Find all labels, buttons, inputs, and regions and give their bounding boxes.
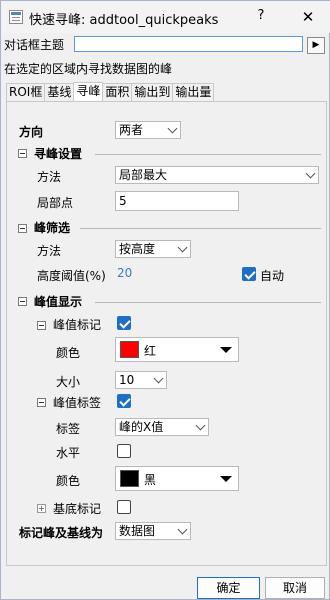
dialog-window: 快速寻峰: addtool_quickpeaks ? ✕ 对话框主题 ▶ 在选定… [0, 0, 330, 600]
tab-peak-find[interactable]: 寻峰 [73, 82, 104, 101]
auto-checkbox[interactable] [242, 267, 256, 281]
dialog-description: 在选定的区域内寻找数据图的峰 [4, 62, 173, 76]
height-threshold-label: 高度阈值(%) [37, 269, 106, 283]
theme-input[interactable] [74, 36, 303, 52]
label-color-name: 黑 [144, 473, 157, 487]
peak-marker-checkbox[interactable] [117, 316, 131, 330]
base-marker-checkbox[interactable] [117, 500, 131, 514]
tab-area[interactable]: 面积 [102, 83, 133, 101]
red-color-swatch [120, 341, 139, 358]
expand-base-marker-icon[interactable] [37, 504, 46, 513]
peak-find-method-label: 方法 [37, 170, 62, 184]
title-bar: 快速寻峰: addtool_quickpeaks ? ✕ [1, 1, 330, 33]
peak-find-method-select[interactable]: 局部最大 [115, 166, 319, 184]
height-threshold-value[interactable]: 20 [117, 266, 132, 280]
mark-peaks-select[interactable]: 数据图 [115, 522, 191, 540]
peak-display-section-title: 峰值显示 [34, 295, 83, 309]
section-divider [80, 228, 321, 229]
peak-filter-method-value: 按高度 [119, 242, 156, 256]
ok-button[interactable]: 确定 [197, 577, 260, 599]
direction-select[interactable]: 两者 [115, 121, 181, 139]
local-points-input[interactable]: 5 [115, 191, 239, 211]
label-type-select[interactable]: 峰的X值 [115, 418, 209, 436]
marker-size-value: 10 [119, 373, 135, 387]
section-divider [95, 154, 321, 155]
section-divider [95, 302, 321, 303]
chevron-down-icon [177, 242, 188, 253]
peak-filter-method-select[interactable]: 按高度 [115, 240, 191, 258]
peak-find-section-title: 寻峰设置 [34, 147, 83, 161]
chevron-down-icon [305, 168, 316, 179]
dropdown-arrow-icon [220, 347, 232, 353]
peak-filter-section-title: 峰筛选 [34, 221, 71, 235]
dropdown-arrow-icon [220, 476, 232, 482]
peak-label-checkbox[interactable] [117, 394, 131, 408]
tab-baseline[interactable]: 基线 [44, 83, 75, 101]
chevron-down-icon [195, 420, 206, 431]
tab-output-to[interactable]: 输出到 [131, 83, 174, 101]
collapse-peak-find-icon[interactable] [18, 149, 27, 158]
marker-size-select[interactable]: 10 [115, 371, 167, 389]
help-button[interactable]: ? [253, 8, 269, 26]
direction-label: 方向 [19, 125, 44, 139]
label-color-label: 颜色 [56, 474, 81, 488]
direction-value: 两者 [119, 123, 144, 137]
collapse-peak-display-icon[interactable] [18, 297, 27, 306]
marker-size-label: 大小 [56, 375, 81, 389]
cancel-button[interactable]: 取消 [265, 577, 325, 599]
label-color-select[interactable]: 黑 [115, 466, 239, 491]
chevron-down-icon [153, 373, 164, 384]
horizontal-label: 水平 [56, 446, 81, 460]
peak-marker-label: 峰值标记 [53, 318, 102, 332]
mark-peaks-value: 数据图 [119, 524, 156, 538]
horizontal-checkbox[interactable] [117, 444, 131, 458]
chevron-down-icon [167, 123, 178, 134]
mark-peaks-label: 标记峰及基线为 [19, 526, 104, 540]
tab-panel: 方向 两者 寻峰设置 方法 局部最大 局部点 5 峰筛选 方法 按高度 高度阈值… [6, 101, 327, 566]
marker-color-select[interactable]: 红 [115, 337, 239, 362]
window-title: 快速寻峰: addtool_quickpeaks [29, 13, 219, 28]
marker-color-name: 红 [144, 344, 157, 358]
local-points-label: 局部点 [37, 196, 74, 210]
tab-output-quantity[interactable]: 输出量 [172, 83, 215, 101]
base-marker-label: 基底标记 [53, 502, 102, 516]
collapse-peak-marker-icon[interactable] [37, 321, 46, 330]
black-color-swatch [120, 470, 139, 487]
label-type-label: 标签 [56, 422, 81, 436]
tab-bar: ROI框 基线 寻峰 面积 输出到 输出量 [6, 82, 215, 101]
theme-label: 对话框主题 [4, 38, 65, 52]
collapse-peak-filter-icon[interactable] [18, 224, 27, 233]
collapse-peak-label-icon[interactable] [37, 398, 46, 407]
peak-label-label: 峰值标签 [53, 396, 102, 410]
close-button[interactable]: ✕ [296, 5, 320, 29]
chevron-down-icon [177, 524, 188, 535]
marker-color-label: 颜色 [56, 346, 81, 360]
theme-arrow-button[interactable]: ▶ [307, 37, 325, 54]
app-icon [9, 10, 23, 24]
auto-label: 自动 [260, 269, 285, 283]
label-type-value: 峰的X值 [119, 420, 164, 434]
peak-find-method-value: 局部最大 [119, 168, 168, 182]
peak-filter-method-label: 方法 [37, 244, 62, 258]
tab-roi[interactable]: ROI框 [6, 83, 46, 101]
